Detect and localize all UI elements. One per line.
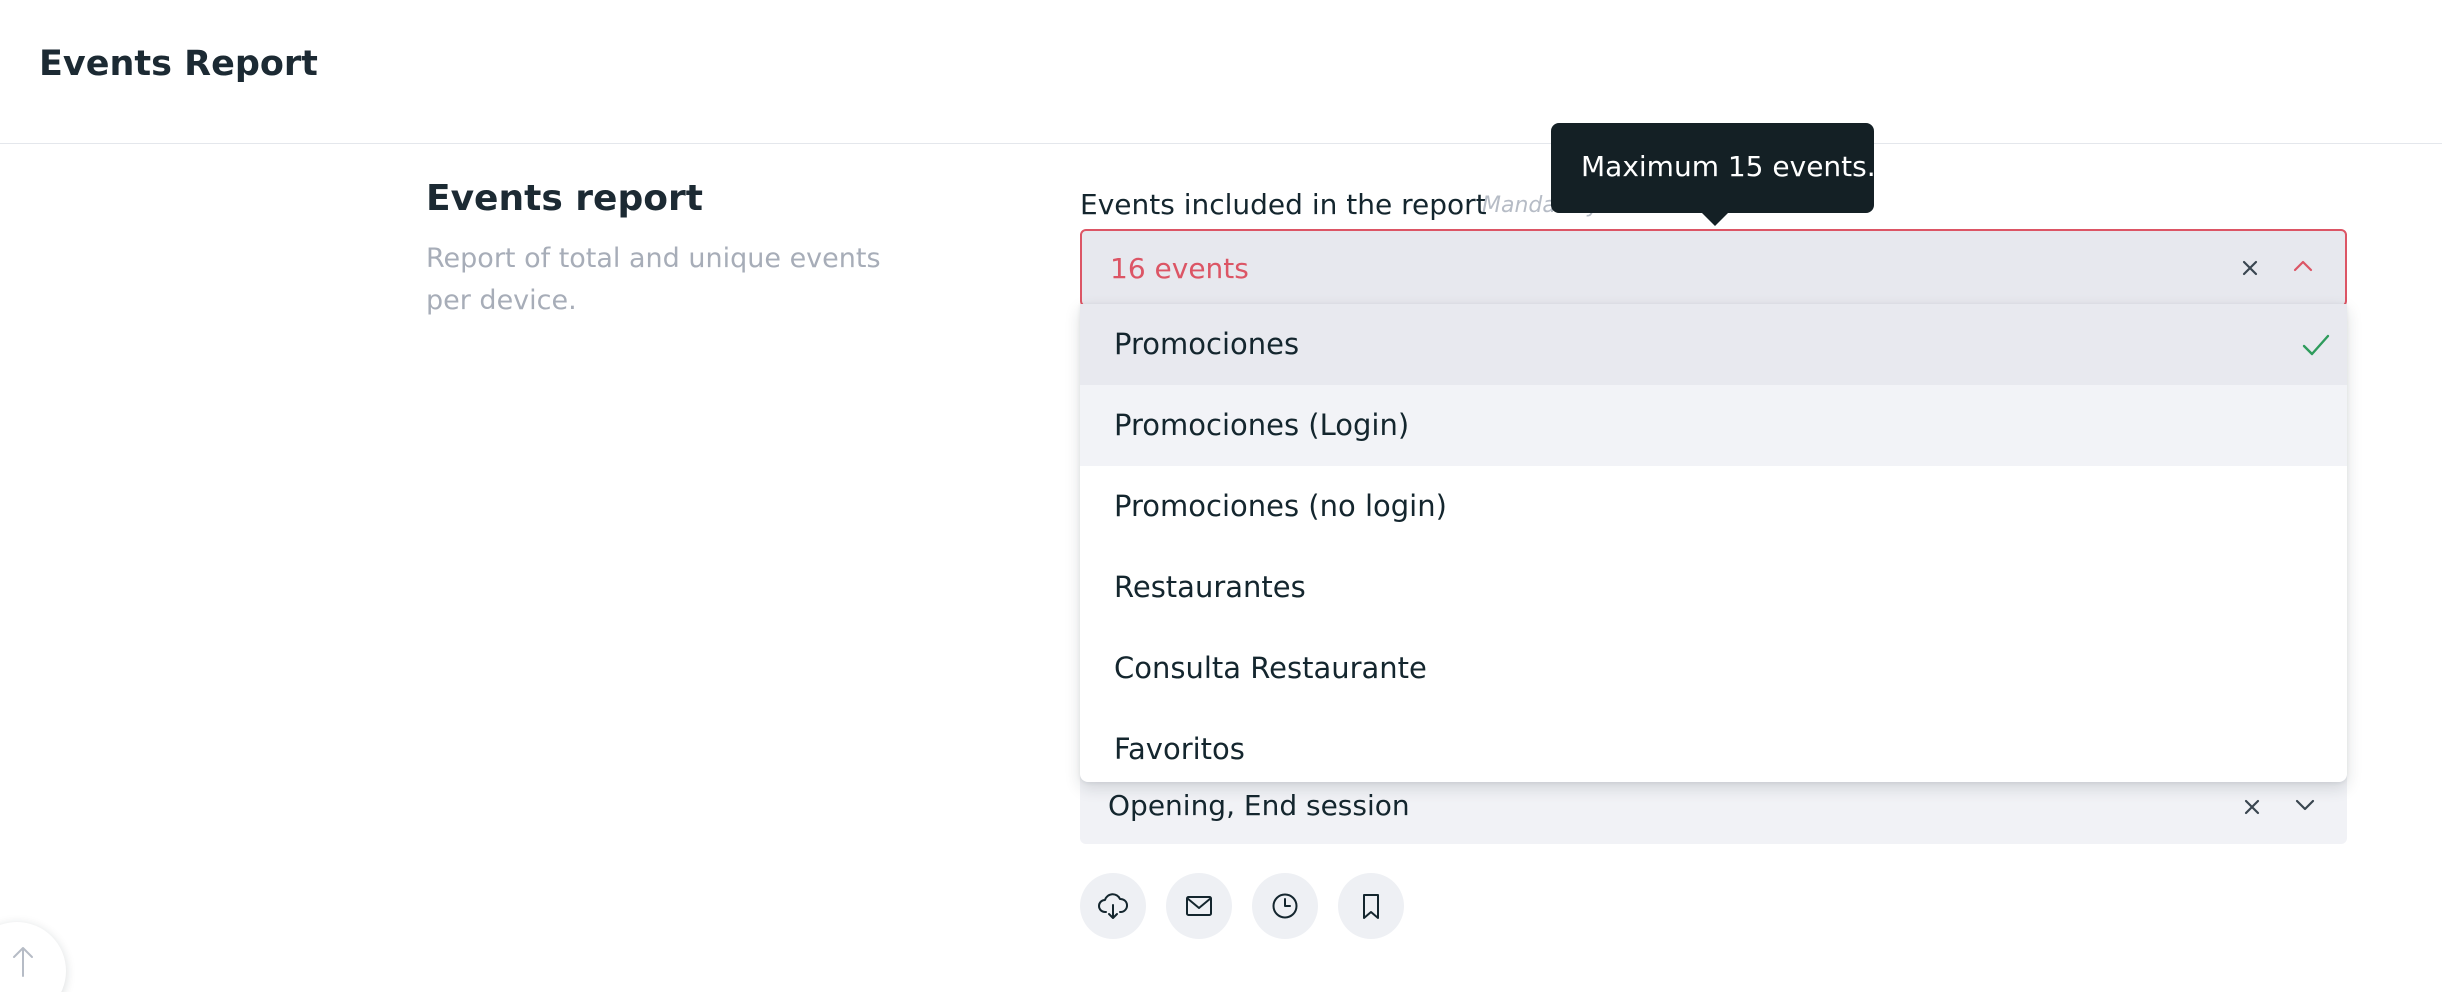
- option-label: Promociones (no login): [1114, 489, 1447, 523]
- dropdown-option-favoritos[interactable]: Favoritos: [1080, 709, 2347, 782]
- dropdown-option-promociones-no-login[interactable]: Promociones (no login): [1080, 466, 2347, 547]
- option-label: Restaurantes: [1114, 570, 1306, 604]
- section-description: Report of total and unique events per de…: [426, 243, 881, 316]
- tooltip-text: Maximum 15 events.: [1581, 150, 1876, 183]
- tooltip-arrow: [1701, 212, 1729, 226]
- clock-icon: [1272, 893, 1298, 919]
- arrow-up-icon: [13, 947, 33, 977]
- check-icon: [2299, 328, 2333, 362]
- close-icon[interactable]: [2239, 794, 2265, 820]
- dropdown-option-promociones-login[interactable]: Promociones (Login): [1080, 385, 2347, 466]
- dropdown-option-restaurantes[interactable]: Restaurantes: [1080, 547, 2347, 628]
- chevron-down-icon[interactable]: [2291, 790, 2319, 818]
- events-dropdown: Promociones Promociones (Login) Promocio…: [1080, 304, 2347, 782]
- events-select[interactable]: 16 events: [1080, 229, 2347, 307]
- option-label: Promociones: [1114, 327, 1300, 361]
- mail-icon: [1186, 896, 1212, 916]
- max-events-tooltip: Maximum 15 events.: [1551, 123, 1876, 226]
- section-title: Events report: [426, 178, 703, 219]
- close-icon[interactable]: [2237, 255, 2263, 281]
- bookmark-icon: [1363, 894, 1379, 919]
- option-label: Favoritos: [1114, 732, 1245, 766]
- events-select-value: 16 events: [1110, 252, 1249, 285]
- page-title: Events Report: [39, 44, 318, 84]
- second-select-value: Opening, End session: [1108, 789, 1410, 822]
- dropdown-option-consulta-restaurante[interactable]: Consulta Restaurante: [1080, 628, 2347, 709]
- chevron-up-icon[interactable]: [2289, 253, 2317, 281]
- save-button[interactable]: [1338, 873, 1404, 939]
- dropdown-option-promociones[interactable]: Promociones: [1080, 304, 2347, 385]
- option-label: Promociones (Login): [1114, 408, 1410, 442]
- scroll-to-top-button[interactable]: [0, 922, 66, 992]
- email-button[interactable]: [1166, 873, 1232, 939]
- download-button[interactable]: [1080, 873, 1146, 939]
- events-field-label: Events included in the report: [1080, 188, 1487, 221]
- page-header: Events Report: [0, 0, 2442, 144]
- schedule-button[interactable]: [1252, 873, 1318, 939]
- cloud-download-icon: [1098, 893, 1128, 919]
- option-label: Consulta Restaurante: [1114, 651, 1427, 685]
